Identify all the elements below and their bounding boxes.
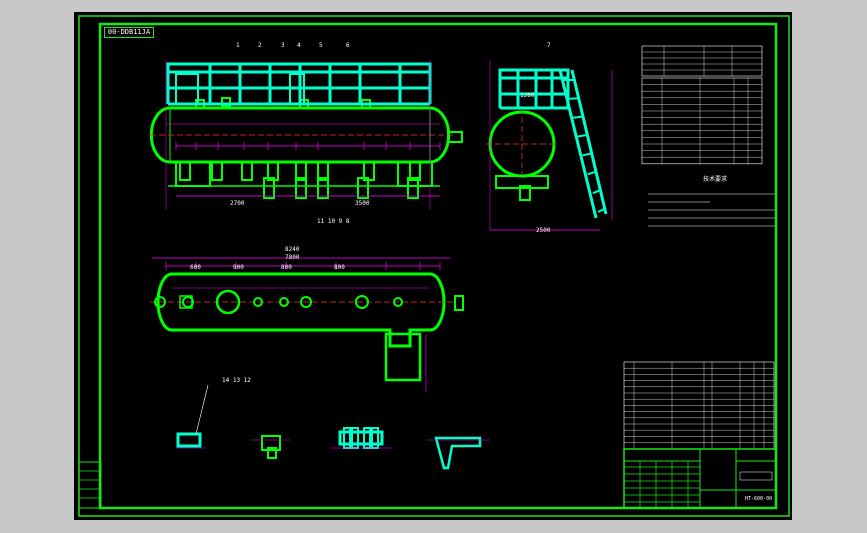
callout-3: 3 <box>281 42 285 49</box>
callout-1: 1 <box>236 42 240 49</box>
callout-7: 7 <box>547 42 551 49</box>
dim-bottom-2: 900 <box>233 264 244 271</box>
drawing-canvas <box>74 12 792 520</box>
callout-bottom: 11 10 9 8 <box>317 218 350 225</box>
dim-end-2: 2500 <box>536 227 551 234</box>
dim-support-2: 3500 <box>355 200 370 207</box>
drawing-code: 00-DDB11JA <box>104 27 154 38</box>
dim-bottom-3: 800 <box>281 264 292 271</box>
callout-4: 4 <box>297 42 301 49</box>
dim-end-1: 1260 <box>520 92 535 99</box>
dim-inner: 7800 <box>285 254 300 261</box>
cad-viewport[interactable]: 00-DDB11JA 1 2 3 4 5 6 7 11 10 9 8 14 13… <box>0 0 867 533</box>
callout-detail: 14 13 12 <box>222 377 251 384</box>
title-block-number: HT-600-00 <box>745 496 773 502</box>
callout-2: 2 <box>258 42 262 49</box>
notes-heading: 技术要求 <box>702 176 727 183</box>
ladder-rung <box>572 115 584 119</box>
dim-bottom-4: 800 <box>334 264 345 271</box>
dim-support-1: 2700 <box>230 200 245 207</box>
dim-overall: 8240 <box>285 246 300 253</box>
ladder-rung <box>567 97 579 100</box>
callout-6: 6 <box>346 42 350 49</box>
dim-bottom-1: 600 <box>190 264 201 271</box>
callout-5: 5 <box>319 42 323 49</box>
technical-notes: 技术要求 <box>640 176 790 186</box>
